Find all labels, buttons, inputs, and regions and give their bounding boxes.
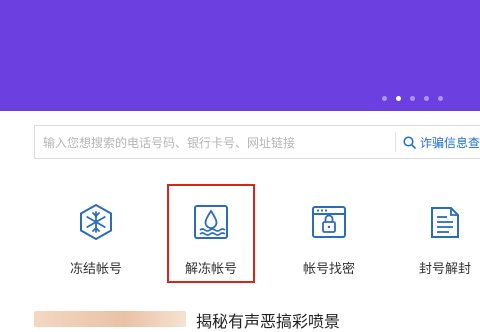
tile-freeze-account[interactable]: 冻结帐号	[55, 186, 137, 278]
tile-unban-account[interactable]: 封号解封	[404, 186, 480, 278]
news-title[interactable]: 揭秘有声恶搞彩喷景	[196, 308, 340, 332]
carousel-dot-active[interactable]	[396, 96, 401, 101]
water-drop-icon	[194, 205, 228, 239]
search-icon	[403, 135, 416, 149]
carousel-indicators	[382, 96, 443, 101]
search-divider	[395, 132, 396, 152]
document-list-icon	[431, 207, 459, 238]
news-thumbnail[interactable]	[34, 311, 186, 327]
carousel-dot[interactable]	[410, 96, 415, 101]
carousel-dot[interactable]	[438, 96, 443, 101]
tile-label: 封号解封	[418, 262, 471, 277]
fraud-query-label: 诈骗信息查询	[420, 135, 480, 150]
carousel-dot[interactable]	[382, 96, 387, 101]
carousel-dot[interactable]	[424, 96, 429, 101]
tile-label: 解冻帐号	[184, 262, 237, 277]
browser-lock-icon	[312, 206, 346, 238]
tile-unfreeze-account[interactable]: 解冻帐号	[170, 186, 252, 278]
tile-label: 冻结帐号	[69, 262, 122, 277]
search-bar: 诈骗信息查询	[34, 125, 480, 160]
top-banner[interactable]	[0, 0, 480, 111]
fraud-query-button[interactable]: 诈骗信息查询	[403, 126, 480, 158]
snowflake-icon	[80, 204, 112, 240]
tile-label: 帐号找密	[302, 262, 355, 277]
tile-recover-password[interactable]: 帐号找密	[288, 186, 370, 278]
search-input[interactable]	[35, 126, 405, 160]
